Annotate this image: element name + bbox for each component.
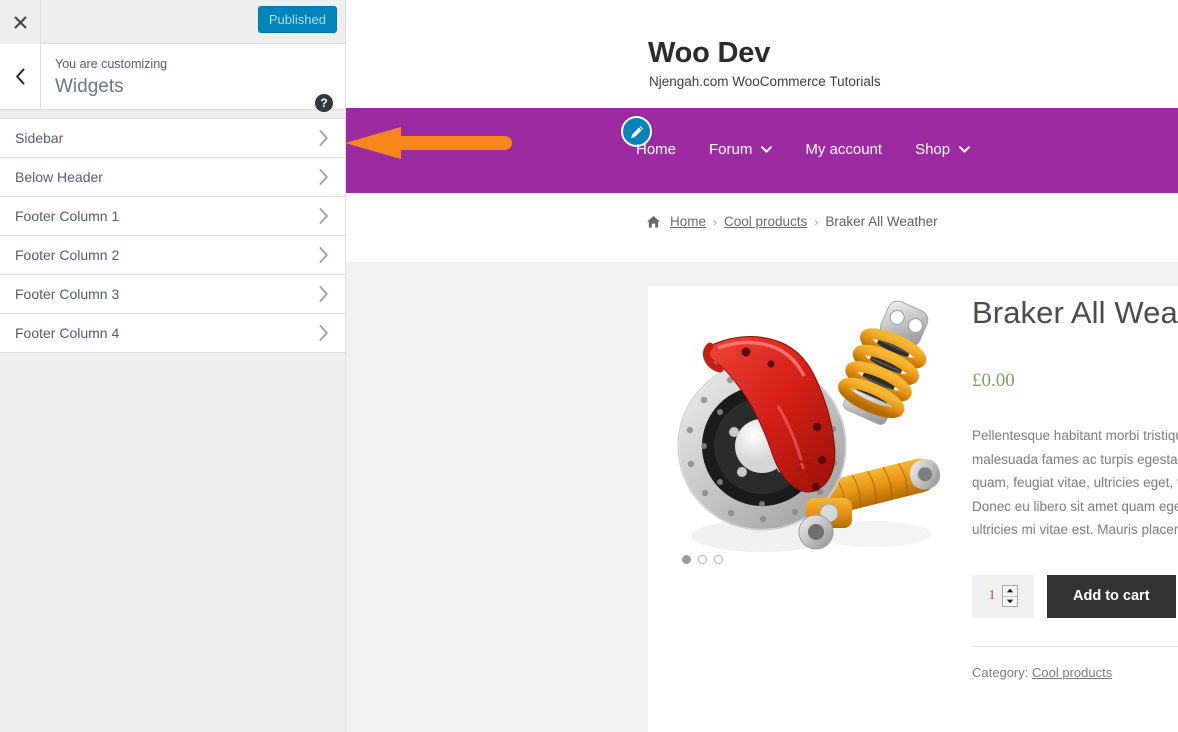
site-title: Woo Dev bbox=[648, 37, 771, 69]
nav-item-forum[interactable]: Forum bbox=[709, 141, 773, 158]
sidebar-item-footer-column-2[interactable]: Footer Column 2 bbox=[0, 236, 345, 275]
sidebar-item-label: Footer Column 1 bbox=[15, 208, 120, 224]
quantity-value: 1 bbox=[988, 588, 996, 603]
chevron-right-icon bbox=[319, 169, 328, 185]
sidebar-item-label: Footer Column 3 bbox=[15, 286, 120, 302]
chevron-right-icon bbox=[319, 325, 328, 341]
customizer-panel: Published You are customizing Widgets ? … bbox=[0, 0, 346, 732]
primary-navigation: Home Forum My account Shop bbox=[346, 108, 1178, 193]
sidebar-item-footer-column-1[interactable]: Footer Column 1 bbox=[0, 197, 345, 236]
description-line: Donec eu libero sit amet quam egestas se… bbox=[972, 498, 1178, 514]
breadcrumb-inner: Home › Cool products › Braker All Weathe… bbox=[646, 214, 938, 229]
breadcrumb-separator: › bbox=[814, 214, 819, 229]
sidebar-item-label: Footer Column 4 bbox=[15, 325, 120, 341]
add-to-cart-button[interactable]: Add to cart bbox=[1047, 574, 1176, 618]
chevron-down-icon bbox=[959, 146, 971, 153]
close-x-icon bbox=[13, 15, 27, 29]
breadcrumb-category-link[interactable]: Cool products bbox=[724, 214, 807, 229]
help-question-icon: ? bbox=[315, 94, 333, 112]
nav-item-label: Shop bbox=[915, 141, 951, 158]
customizing-label: You are customizing bbox=[55, 57, 168, 71]
nav-item-label: My account bbox=[805, 141, 883, 158]
cart-row: 1 Add to cart bbox=[972, 574, 1178, 618]
sidebar-item-footer-column-3[interactable]: Footer Column 3 bbox=[0, 275, 345, 314]
spinner-down-icon[interactable] bbox=[1003, 597, 1017, 607]
description-line: ultricies mi vitae est. Mauris placerat … bbox=[972, 522, 1178, 537]
sidebar-item-below-header[interactable]: Below Header bbox=[0, 158, 345, 197]
chevron-right-icon bbox=[319, 286, 328, 302]
category-link[interactable]: Cool products bbox=[1032, 665, 1112, 680]
description-line: malesuada fames ac turpis egestas. Vesti… bbox=[972, 451, 1178, 467]
category-label: Category: bbox=[972, 664, 1029, 680]
product-summary: Braker All Weather £0.00 Pellentesque ha… bbox=[972, 294, 1178, 680]
chevron-right-icon bbox=[319, 130, 328, 146]
chevron-right-icon bbox=[319, 247, 328, 263]
gallery-dot[interactable] bbox=[714, 555, 723, 564]
product-meta: Category: Cool products bbox=[972, 645, 1178, 680]
description-line: quam, feugiat vitae, ultricies eget, tem… bbox=[972, 475, 1178, 490]
product-price: £0.00 bbox=[972, 370, 1015, 391]
chevron-down-icon bbox=[761, 146, 773, 153]
customizer-header: You are customizing Widgets ? bbox=[0, 44, 345, 112]
spinner-up-icon[interactable] bbox=[1002, 586, 1017, 597]
product-title: Braker All Weather bbox=[972, 295, 1178, 330]
sidebar-item-sidebar[interactable]: Sidebar bbox=[0, 119, 345, 158]
site-header: Woo Dev Njengah.com WooCommerce Tutorial… bbox=[346, 0, 1178, 108]
help-icon[interactable]: ? bbox=[315, 94, 333, 112]
nav-item-home[interactable]: Home bbox=[636, 141, 676, 158]
product-description: Pellentesque habitant morbi tristique se… bbox=[972, 424, 1178, 542]
quantity-stepper[interactable]: 1 bbox=[972, 574, 1034, 618]
publish-button[interactable]: Published bbox=[257, 6, 337, 33]
breadcrumb: Home › Cool products › Braker All Weathe… bbox=[346, 193, 1178, 262]
pencil-glyph bbox=[630, 125, 643, 138]
close-icon[interactable] bbox=[0, 0, 41, 44]
product-image bbox=[658, 286, 946, 574]
site-preview: Woo Dev Njengah.com WooCommerce Tutorial… bbox=[346, 0, 1178, 732]
chevron-left-icon bbox=[15, 68, 24, 85]
quantity-spinner[interactable] bbox=[1001, 585, 1018, 607]
sidebar-item-label: Footer Column 2 bbox=[15, 247, 120, 263]
customizer-topbar: Published bbox=[0, 0, 345, 44]
sidebar-item-footer-column-4[interactable]: Footer Column 4 bbox=[0, 314, 345, 353]
back-button[interactable] bbox=[0, 44, 41, 109]
sidebar-item-label: Sidebar bbox=[15, 130, 64, 146]
description-line: Pellentesque habitant morbi tristique se… bbox=[972, 428, 1178, 443]
breadcrumb-current: Braker All Weather bbox=[825, 214, 938, 229]
customizer-header-text: You are customizing Widgets bbox=[55, 56, 167, 100]
widget-areas-list: Sidebar Below Header Footer Column 1 Foo… bbox=[0, 118, 345, 353]
gallery-dots bbox=[682, 555, 723, 564]
panel-title: Widgets bbox=[55, 76, 124, 97]
nav-item-shop[interactable]: Shop bbox=[915, 141, 971, 158]
nav-item-list: Home Forum My account Shop bbox=[636, 141, 1003, 158]
gallery-dot[interactable] bbox=[698, 555, 707, 564]
gallery-dot[interactable] bbox=[682, 555, 691, 564]
content-background: Braker All Weather £0.00 Pellentesque ha… bbox=[346, 262, 1178, 732]
screen-root: Published You are customizing Widgets ? … bbox=[0, 0, 1178, 732]
site-tagline: Njengah.com WooCommerce Tutorials bbox=[649, 74, 881, 89]
nav-item-my-account[interactable]: My account bbox=[805, 141, 882, 158]
sidebar-item-label: Below Header bbox=[15, 169, 103, 185]
product-gallery[interactable] bbox=[658, 286, 946, 574]
chevron-right-icon bbox=[319, 208, 328, 224]
breadcrumb-home-link[interactable]: Home bbox=[670, 214, 706, 229]
breadcrumb-separator: › bbox=[713, 214, 718, 229]
home-icon bbox=[646, 215, 661, 229]
nav-item-label: Home bbox=[636, 141, 677, 158]
nav-item-label: Forum bbox=[709, 141, 753, 158]
product-card: Braker All Weather £0.00 Pellentesque ha… bbox=[648, 286, 1178, 732]
